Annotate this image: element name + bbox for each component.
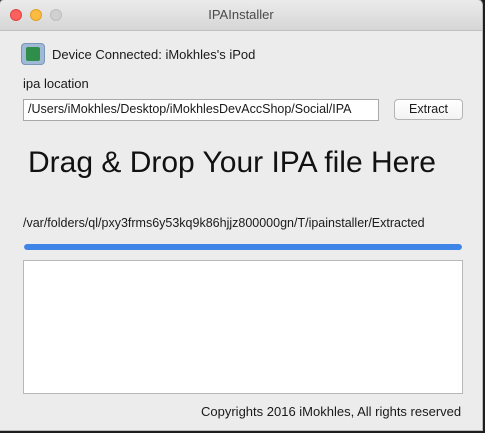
extracted-path-text: /var/folders/ql/pxy3frms6y53kq9k86hjjz80… [23,216,425,230]
drop-zone-headline[interactable]: Drag & Drop Your IPA file Here [28,146,436,180]
extraction-progress-fill [24,244,462,250]
title-bar[interactable]: IPAInstaller [0,0,482,31]
app-window: IPAInstaller Device Connected: iMokhles'… [0,0,482,430]
device-status-icon [21,43,45,65]
device-status-label: Device Connected: iMokhles's iPod [52,47,256,62]
window-title: IPAInstaller [208,7,274,22]
ipa-location-label: ipa location [23,76,89,91]
extraction-progress-bar [24,244,462,250]
device-status-led [26,47,40,61]
log-output-area[interactable] [23,260,463,394]
copyright-text: Copyrights 2016 iMokhles, All rights res… [201,404,462,419]
ipa-path-field[interactable]: /Users/iMokhles/Desktop/iMokhlesDevAccSh… [23,99,379,121]
extract-button[interactable]: Extract [394,99,463,120]
